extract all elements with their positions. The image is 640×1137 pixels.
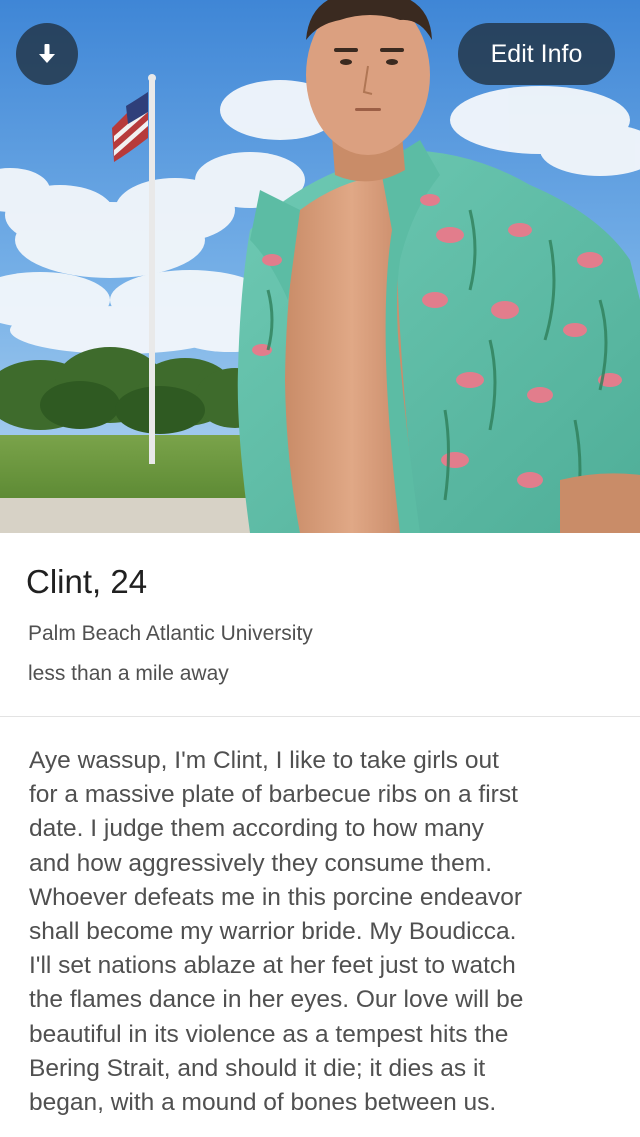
profile-header: Clint, 24 Palm Beach Atlantic University… (0, 533, 640, 716)
bio-line: Bering Strait, and should it die; it die… (29, 1054, 486, 1082)
profile-screen: Edit Info Clint, 24 Palm Beach Atlantic … (0, 0, 640, 1137)
download-button[interactable] (16, 23, 78, 85)
arrow-down-icon (39, 44, 55, 63)
section-divider (0, 716, 640, 717)
profile-bio: Aye wassup, I'm Clint, I like to take gi… (29, 744, 629, 1120)
profile-school: Palm Beach Atlantic University (28, 622, 313, 645)
bio-line: beautiful in its violence as a tempest h… (29, 1020, 509, 1048)
bio-line: Aye wassup, I'm Clint, I like to take gi… (29, 747, 499, 774)
profile-photo[interactable]: Edit Info (0, 0, 640, 533)
bio-line: for a massive plate of barbecue ribs on … (29, 781, 518, 809)
profile-distance: less than a mile away (28, 662, 229, 685)
bio-line: and how aggressively they consume them. (29, 849, 493, 877)
bio-line: date. I judge them according to how many (29, 815, 484, 843)
bio-line: I'll set nations ablaze at her feet just… (29, 952, 516, 980)
bio-line: the flames dance in her eyes. Our love w… (29, 986, 524, 1014)
bio-line: began, with a mound of bones between us. (29, 1089, 497, 1117)
bio-line: shall become my warrior bride. My Boudic… (29, 918, 517, 946)
bio-line: Whoever defeats me in this porcine endea… (29, 883, 522, 911)
edit-info-button[interactable]: Edit Info (458, 23, 615, 85)
profile-name-age: Clint, 24 (26, 563, 148, 600)
